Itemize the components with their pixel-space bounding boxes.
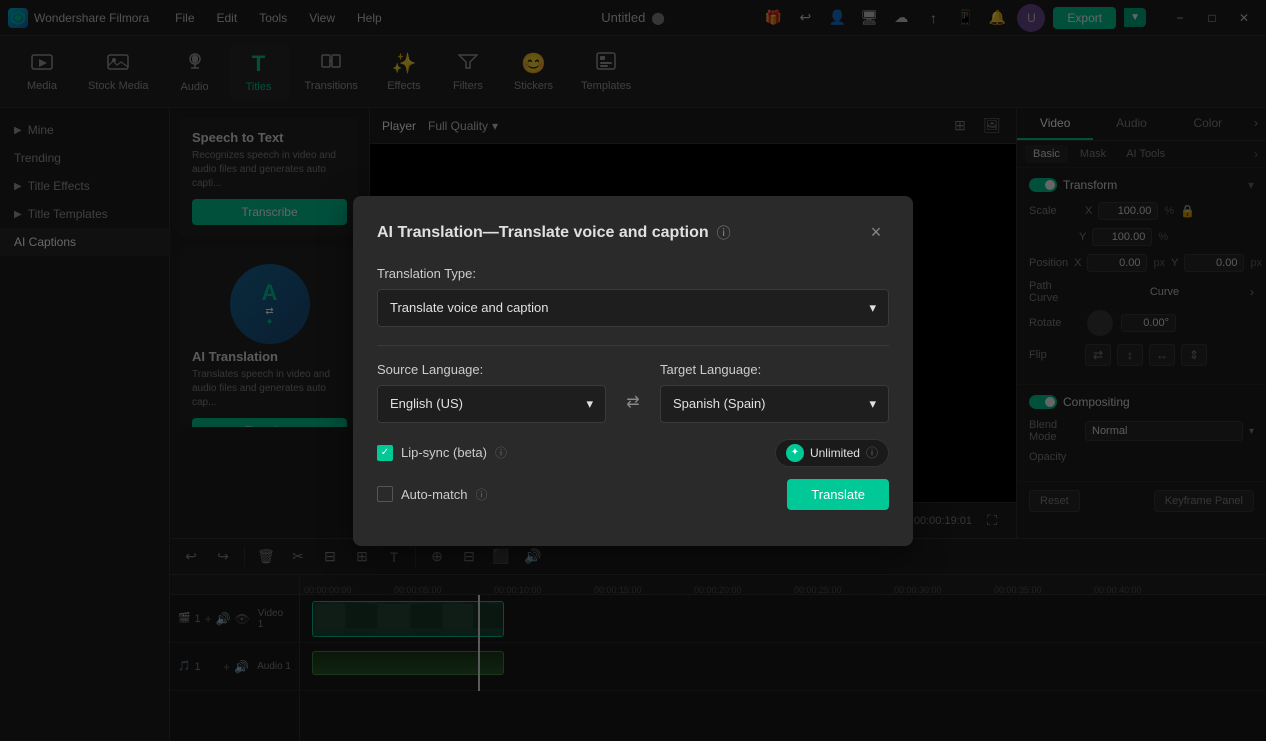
source-language-value: English (US)	[390, 396, 463, 411]
target-language-label: Target Language:	[660, 362, 889, 377]
ai-translation-modal: AI Translation—Translate voice and capti…	[353, 196, 913, 546]
source-language-select[interactable]: English (US) ▾	[377, 385, 606, 423]
modal-title: AI Translation—Translate voice and capti…	[377, 224, 709, 242]
modal-translate-button[interactable]: Translate	[787, 479, 889, 510]
source-language-label: Source Language:	[377, 362, 606, 377]
translation-type-select[interactable]: Translate voice and caption ▾	[377, 289, 889, 327]
auto-match-checkbox[interactable]	[377, 486, 393, 502]
unlimited-label: Unlimited	[810, 446, 860, 460]
unlimited-info-icon[interactable]: ⓘ	[866, 444, 878, 461]
auto-match-label[interactable]: Auto-match ⓘ	[377, 486, 488, 503]
target-language-value: Spanish (Spain)	[673, 396, 766, 411]
modal-spacer	[377, 423, 889, 439]
auto-match-info-icon[interactable]: ⓘ	[475, 486, 487, 503]
language-selection-row: Source Language: English (US) ▾ ⇄ Target…	[377, 362, 889, 423]
swap-languages-icon[interactable]: ⇄	[618, 387, 648, 417]
lip-sync-info-icon[interactable]: ⓘ	[495, 444, 507, 461]
target-lang-chevron-icon: ▾	[869, 396, 876, 412]
target-language-col: Target Language: Spanish (Spain) ▾	[660, 362, 889, 423]
modal-close-button[interactable]: ×	[863, 220, 889, 246]
lip-sync-text: Lip-sync (beta)	[401, 445, 487, 460]
lip-sync-checkbox[interactable]: ✓	[377, 445, 393, 461]
translation-type-chevron-icon: ▾	[869, 300, 876, 316]
auto-match-row: Auto-match ⓘ Translate	[377, 479, 889, 510]
translation-type-field: Translation Type: Translate voice and ca…	[377, 266, 889, 327]
modal-options-row: ✓ Lip-sync (beta) ⓘ ✦ Unlimited ⓘ	[377, 439, 889, 467]
modal-info-icon[interactable]: ⓘ	[717, 223, 731, 243]
modal-overlay[interactable]: AI Translation—Translate voice and capti…	[0, 0, 1266, 741]
source-lang-chevron-icon: ▾	[586, 396, 593, 412]
source-language-col: Source Language: English (US) ▾	[377, 362, 606, 423]
modal-header: AI Translation—Translate voice and capti…	[377, 220, 889, 246]
lip-sync-label[interactable]: ✓ Lip-sync (beta) ⓘ	[377, 444, 507, 461]
translation-type-value: Translate voice and caption	[390, 300, 549, 315]
modal-divider	[377, 345, 889, 346]
unlimited-badge: ✦ Unlimited ⓘ	[775, 439, 889, 467]
unlimited-icon: ✦	[786, 444, 804, 462]
translation-type-label: Translation Type:	[377, 266, 889, 281]
auto-match-text: Auto-match	[401, 487, 467, 502]
target-language-select[interactable]: Spanish (Spain) ▾	[660, 385, 889, 423]
